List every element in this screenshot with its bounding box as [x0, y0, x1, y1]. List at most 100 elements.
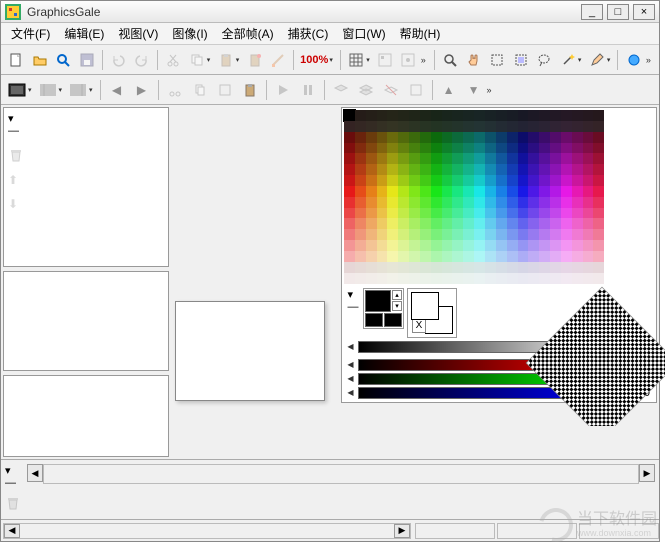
palette-swatch[interactable]	[583, 110, 594, 121]
minimize-button[interactable]: _	[581, 4, 603, 20]
palette-swatch[interactable]	[409, 175, 420, 186]
palette-swatch[interactable]	[366, 175, 377, 186]
palette-swatch[interactable]	[528, 164, 539, 175]
palette-swatch[interactable]	[583, 164, 594, 175]
palette-swatch[interactable]	[398, 240, 409, 251]
palette-swatch[interactable]	[474, 153, 485, 164]
palette-swatch[interactable]	[474, 251, 485, 262]
palette-swatch[interactable]	[572, 218, 583, 229]
palette-swatch[interactable]	[539, 121, 550, 132]
palette-swatch[interactable]	[518, 121, 529, 132]
palette-swatch[interactable]	[528, 186, 539, 197]
palette-swatch[interactable]	[398, 153, 409, 164]
palette-swatch[interactable]	[550, 229, 561, 240]
palette-swatch[interactable]	[593, 132, 604, 143]
palette-swatch[interactable]	[572, 240, 583, 251]
palette-swatch[interactable]	[398, 164, 409, 175]
maximize-button[interactable]: □	[607, 4, 629, 20]
color-up-icon[interactable]: ▴	[392, 290, 402, 300]
palette-swatch[interactable]	[452, 208, 463, 219]
palette-swatch[interactable]	[474, 132, 485, 143]
palette-swatch[interactable]	[377, 273, 388, 284]
palette-swatch[interactable]	[452, 121, 463, 132]
palette-swatch[interactable]	[518, 273, 529, 284]
palette-swatch[interactable]	[583, 175, 594, 186]
palette-swatch[interactable]	[355, 132, 366, 143]
palette-swatch[interactable]	[442, 262, 453, 273]
palette-swatch[interactable]	[593, 262, 604, 273]
palette-swatch[interactable]	[583, 218, 594, 229]
palette-swatch[interactable]	[387, 143, 398, 154]
palette-swatch[interactable]	[420, 273, 431, 284]
palette-swatch[interactable]	[452, 164, 463, 175]
palette-swatch[interactable]	[387, 262, 398, 273]
palette-swatch[interactable]	[496, 273, 507, 284]
palette-swatch[interactable]	[572, 208, 583, 219]
palette-swatch[interactable]	[550, 121, 561, 132]
palette-swatch[interactable]	[420, 110, 431, 121]
palette-swatch[interactable]	[474, 273, 485, 284]
palette-swatch[interactable]	[409, 186, 420, 197]
palette-swatch[interactable]	[507, 240, 518, 251]
palette-swatch[interactable]	[507, 218, 518, 229]
palette-swatch[interactable]	[593, 229, 604, 240]
palette-swatch[interactable]	[539, 262, 550, 273]
palette-swatch[interactable]	[387, 153, 398, 164]
palette-swatch[interactable]	[366, 197, 377, 208]
strip-scrollbar[interactable]	[43, 464, 639, 484]
palette-swatch[interactable]	[442, 240, 453, 251]
palette-swatch[interactable]	[452, 218, 463, 229]
layer-tool-1[interactable]	[329, 78, 353, 102]
palette-swatch[interactable]	[463, 229, 474, 240]
palette-swatch[interactable]	[550, 208, 561, 219]
palette-swatch[interactable]	[539, 229, 550, 240]
palette-swatch[interactable]	[344, 218, 355, 229]
palette-swatch[interactable]	[561, 208, 572, 219]
palette-swatch[interactable]	[344, 229, 355, 240]
palette-swatch[interactable]	[593, 240, 604, 251]
palette-swatch[interactable]	[420, 121, 431, 132]
palette-swatch[interactable]	[518, 143, 529, 154]
palette-swatch[interactable]	[583, 251, 594, 262]
palette-swatch[interactable]	[387, 132, 398, 143]
palette-swatch[interactable]	[572, 153, 583, 164]
palette-swatch[interactable]	[485, 186, 496, 197]
palette-swatch[interactable]	[496, 229, 507, 240]
palette-swatch[interactable]	[507, 197, 518, 208]
palette-swatch[interactable]	[485, 273, 496, 284]
palette-swatch[interactable]	[507, 208, 518, 219]
palette-swatch[interactable]	[561, 240, 572, 251]
palette-swatch[interactable]	[398, 197, 409, 208]
palette-swatch[interactable]	[583, 143, 594, 154]
palette-swatch[interactable]	[387, 229, 398, 240]
move-up-icon[interactable]: ⬆	[8, 173, 24, 187]
grid2-icon[interactable]	[374, 48, 396, 72]
palette-swatch[interactable]	[452, 251, 463, 262]
palette-swatch[interactable]	[344, 273, 355, 284]
palette-swatch[interactable]	[420, 153, 431, 164]
palette-swatch[interactable]	[355, 218, 366, 229]
palette-swatch[interactable]	[593, 143, 604, 154]
palette-swatch[interactable]	[398, 262, 409, 273]
palette-swatch[interactable]	[409, 229, 420, 240]
palette-swatch[interactable]	[377, 132, 388, 143]
palette-swatch[interactable]	[398, 132, 409, 143]
palette-swatch[interactable]	[377, 208, 388, 219]
palette-swatch[interactable]	[561, 197, 572, 208]
palette-swatch[interactable]	[377, 153, 388, 164]
palette-swatch[interactable]	[539, 273, 550, 284]
palette-swatch[interactable]	[518, 197, 529, 208]
palette-swatch[interactable]	[507, 164, 518, 175]
palette-swatch[interactable]	[431, 186, 442, 197]
palette-swatch[interactable]	[518, 164, 529, 175]
palette-swatch[interactable]	[539, 186, 550, 197]
frame-paste2-icon[interactable]	[213, 78, 237, 102]
palette-swatch[interactable]	[452, 132, 463, 143]
palette-swatch[interactable]	[420, 175, 431, 186]
swap-colors-icon[interactable]: X	[412, 319, 426, 333]
palette-swatch[interactable]	[485, 175, 496, 186]
palette-swatch[interactable]	[561, 186, 572, 197]
palette-swatch[interactable]	[496, 143, 507, 154]
menu-file[interactable]: 文件(F)	[5, 23, 56, 44]
palette-swatch[interactable]	[442, 153, 453, 164]
